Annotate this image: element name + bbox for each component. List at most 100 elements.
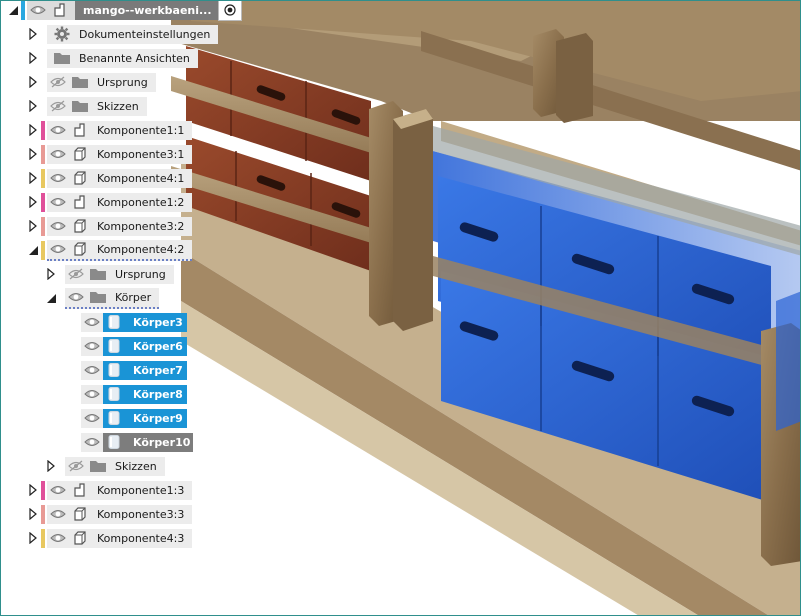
browser-item-k42-origin[interactable]: Ursprung: [45, 263, 174, 285]
component-color-stripe: [41, 240, 45, 260]
expand-triangle-icon[interactable]: [27, 483, 39, 497]
eye-icon[interactable]: [47, 169, 69, 188]
browser-item-box[interactable]: Komponente4:1: [47, 168, 193, 188]
browser-item-b6[interactable]: Körper6: [81, 335, 187, 357]
browser-item-box[interactable]: Komponente1:2: [47, 192, 193, 212]
browser-item-k13[interactable]: Komponente1:3: [27, 479, 193, 501]
eye-icon[interactable]: [81, 384, 103, 404]
eye-icon[interactable]: [27, 1, 49, 20]
browser-item-box[interactable]: Skizzen: [65, 456, 165, 476]
browser-item-box[interactable]: Komponente3:3: [47, 504, 193, 524]
browser-item-box[interactable]: Ursprung: [47, 72, 156, 92]
browser-item-k42-sketches[interactable]: Skizzen: [45, 455, 165, 477]
browser-item-box[interactable]: Körper9: [81, 408, 187, 428]
browser-item-label: Körper6: [125, 336, 187, 356]
eye-icon[interactable]: [81, 432, 103, 452]
browser-item-k32[interactable]: Komponente3:2: [27, 215, 193, 237]
browser-item-b10[interactable]: Körper10: [81, 431, 193, 453]
eye-icon[interactable]: [47, 240, 69, 259]
expand-triangle-icon[interactable]: [27, 99, 39, 113]
eye-icon[interactable]: [81, 408, 103, 428]
eye-icon[interactable]: [47, 217, 69, 236]
browser-item-k43[interactable]: Komponente4:3: [27, 527, 193, 549]
browser-item-doc[interactable]: Dokumenteinstellungen: [27, 23, 219, 45]
body-icon: [103, 360, 125, 380]
expand-triangle-icon[interactable]: [45, 267, 57, 281]
browser-item-label: Komponente1:3: [97, 483, 185, 497]
eye-icon[interactable]: [81, 312, 103, 332]
folder-icon: [69, 73, 91, 92]
body-box-icon: [69, 240, 91, 259]
browser-item-box[interactable]: Körper10: [81, 432, 193, 452]
browser-item-label: Körper8: [125, 384, 187, 404]
expand-triangle-icon[interactable]: [27, 51, 39, 65]
browser-item-k12[interactable]: Komponente1:2: [27, 191, 193, 213]
expand-triangle-icon[interactable]: [27, 507, 39, 521]
browser-item-b3[interactable]: Körper3: [81, 311, 187, 333]
browser-item-k41[interactable]: Komponente4:1: [27, 167, 193, 189]
root-item[interactable]: mango--werkbaeni...: [27, 1, 242, 21]
browser-item-k31[interactable]: Komponente3:1: [27, 143, 193, 165]
expand-triangle-icon[interactable]: [27, 219, 39, 233]
collapse-triangle-icon[interactable]: [7, 3, 19, 17]
browser-item-box[interactable]: Komponente1:1: [47, 120, 193, 140]
browser-item-b9[interactable]: Körper9: [81, 407, 187, 429]
activate-radio-icon[interactable]: [217, 1, 242, 21]
browser-item-k42-bodies[interactable]: Körper: [45, 287, 160, 309]
eye-hidden-icon[interactable]: [65, 457, 87, 476]
eye-icon[interactable]: [47, 529, 69, 548]
app-window: mango--werkbaeni... Dokumenteinstellungen…: [0, 0, 801, 616]
eye-icon[interactable]: [47, 481, 69, 500]
browser-root-row[interactable]: mango--werkbaeni...: [7, 1, 242, 21]
expand-triangle-icon[interactable]: [27, 171, 39, 185]
browser-item-k33[interactable]: Komponente3:3: [27, 503, 193, 525]
expand-triangle-icon[interactable]: [27, 75, 39, 89]
browser-item-origin[interactable]: Ursprung: [27, 71, 156, 93]
collapse-triangle-icon[interactable]: [45, 291, 57, 305]
eye-icon[interactable]: [81, 336, 103, 356]
browser-item-label: Körper9: [125, 408, 187, 428]
eye-hidden-icon[interactable]: [47, 97, 69, 116]
eye-icon[interactable]: [47, 121, 69, 140]
browser-item-label: Skizzen: [97, 99, 139, 113]
browser-item-sketches[interactable]: Skizzen: [27, 95, 147, 117]
browser-item-box[interactable]: Körper8: [81, 384, 187, 404]
browser-item-box[interactable]: Körper6: [81, 336, 187, 356]
browser-item-k11[interactable]: Komponente1:1: [27, 119, 193, 141]
browser-item-views[interactable]: Benannte Ansichten: [27, 47, 198, 69]
browser-item-label: Komponente3:1: [97, 147, 185, 161]
browser-item-box[interactable]: Komponente4:3: [47, 528, 193, 548]
browser-item-box[interactable]: Benannte Ansichten: [47, 48, 198, 68]
component-color-stripe: [41, 504, 45, 524]
browser-item-box[interactable]: Komponente1:3: [47, 480, 193, 500]
expand-triangle-icon[interactable]: [27, 147, 39, 161]
eye-icon[interactable]: [65, 288, 87, 307]
expand-triangle-icon[interactable]: [45, 459, 57, 473]
eye-icon[interactable]: [47, 145, 69, 164]
body-box-icon: [69, 169, 91, 188]
browser-item-box[interactable]: Komponente3:2: [47, 216, 193, 236]
browser-item-box[interactable]: Komponente3:1: [47, 144, 193, 164]
browser-item-box[interactable]: Körper7: [81, 360, 187, 380]
wood-post-2: [533, 29, 593, 123]
expand-triangle-icon[interactable]: [27, 531, 39, 545]
browser-item-b7[interactable]: Körper7: [81, 359, 187, 381]
expand-triangle-icon[interactable]: [27, 27, 39, 41]
browser-item-box[interactable]: Skizzen: [47, 96, 147, 116]
gear-icon: [51, 25, 73, 44]
eye-icon[interactable]: [47, 193, 69, 212]
browser-item-box[interactable]: Körper3: [81, 312, 187, 332]
eye-hidden-icon[interactable]: [65, 265, 87, 284]
browser-item-box[interactable]: Dokumenteinstellungen: [47, 24, 219, 44]
expand-triangle-icon[interactable]: [27, 195, 39, 209]
eye-icon[interactable]: [47, 505, 69, 524]
expand-triangle-icon[interactable]: [27, 123, 39, 137]
browser-item-box[interactable]: Körper: [65, 287, 160, 309]
collapse-triangle-icon[interactable]: [27, 243, 39, 257]
browser-item-box[interactable]: Komponente4:2: [47, 239, 193, 261]
browser-item-b8[interactable]: Körper8: [81, 383, 187, 405]
eye-hidden-icon[interactable]: [47, 73, 69, 92]
browser-item-k42[interactable]: Komponente4:2: [27, 239, 193, 261]
browser-item-box[interactable]: Ursprung: [65, 264, 174, 284]
eye-icon[interactable]: [81, 360, 103, 380]
